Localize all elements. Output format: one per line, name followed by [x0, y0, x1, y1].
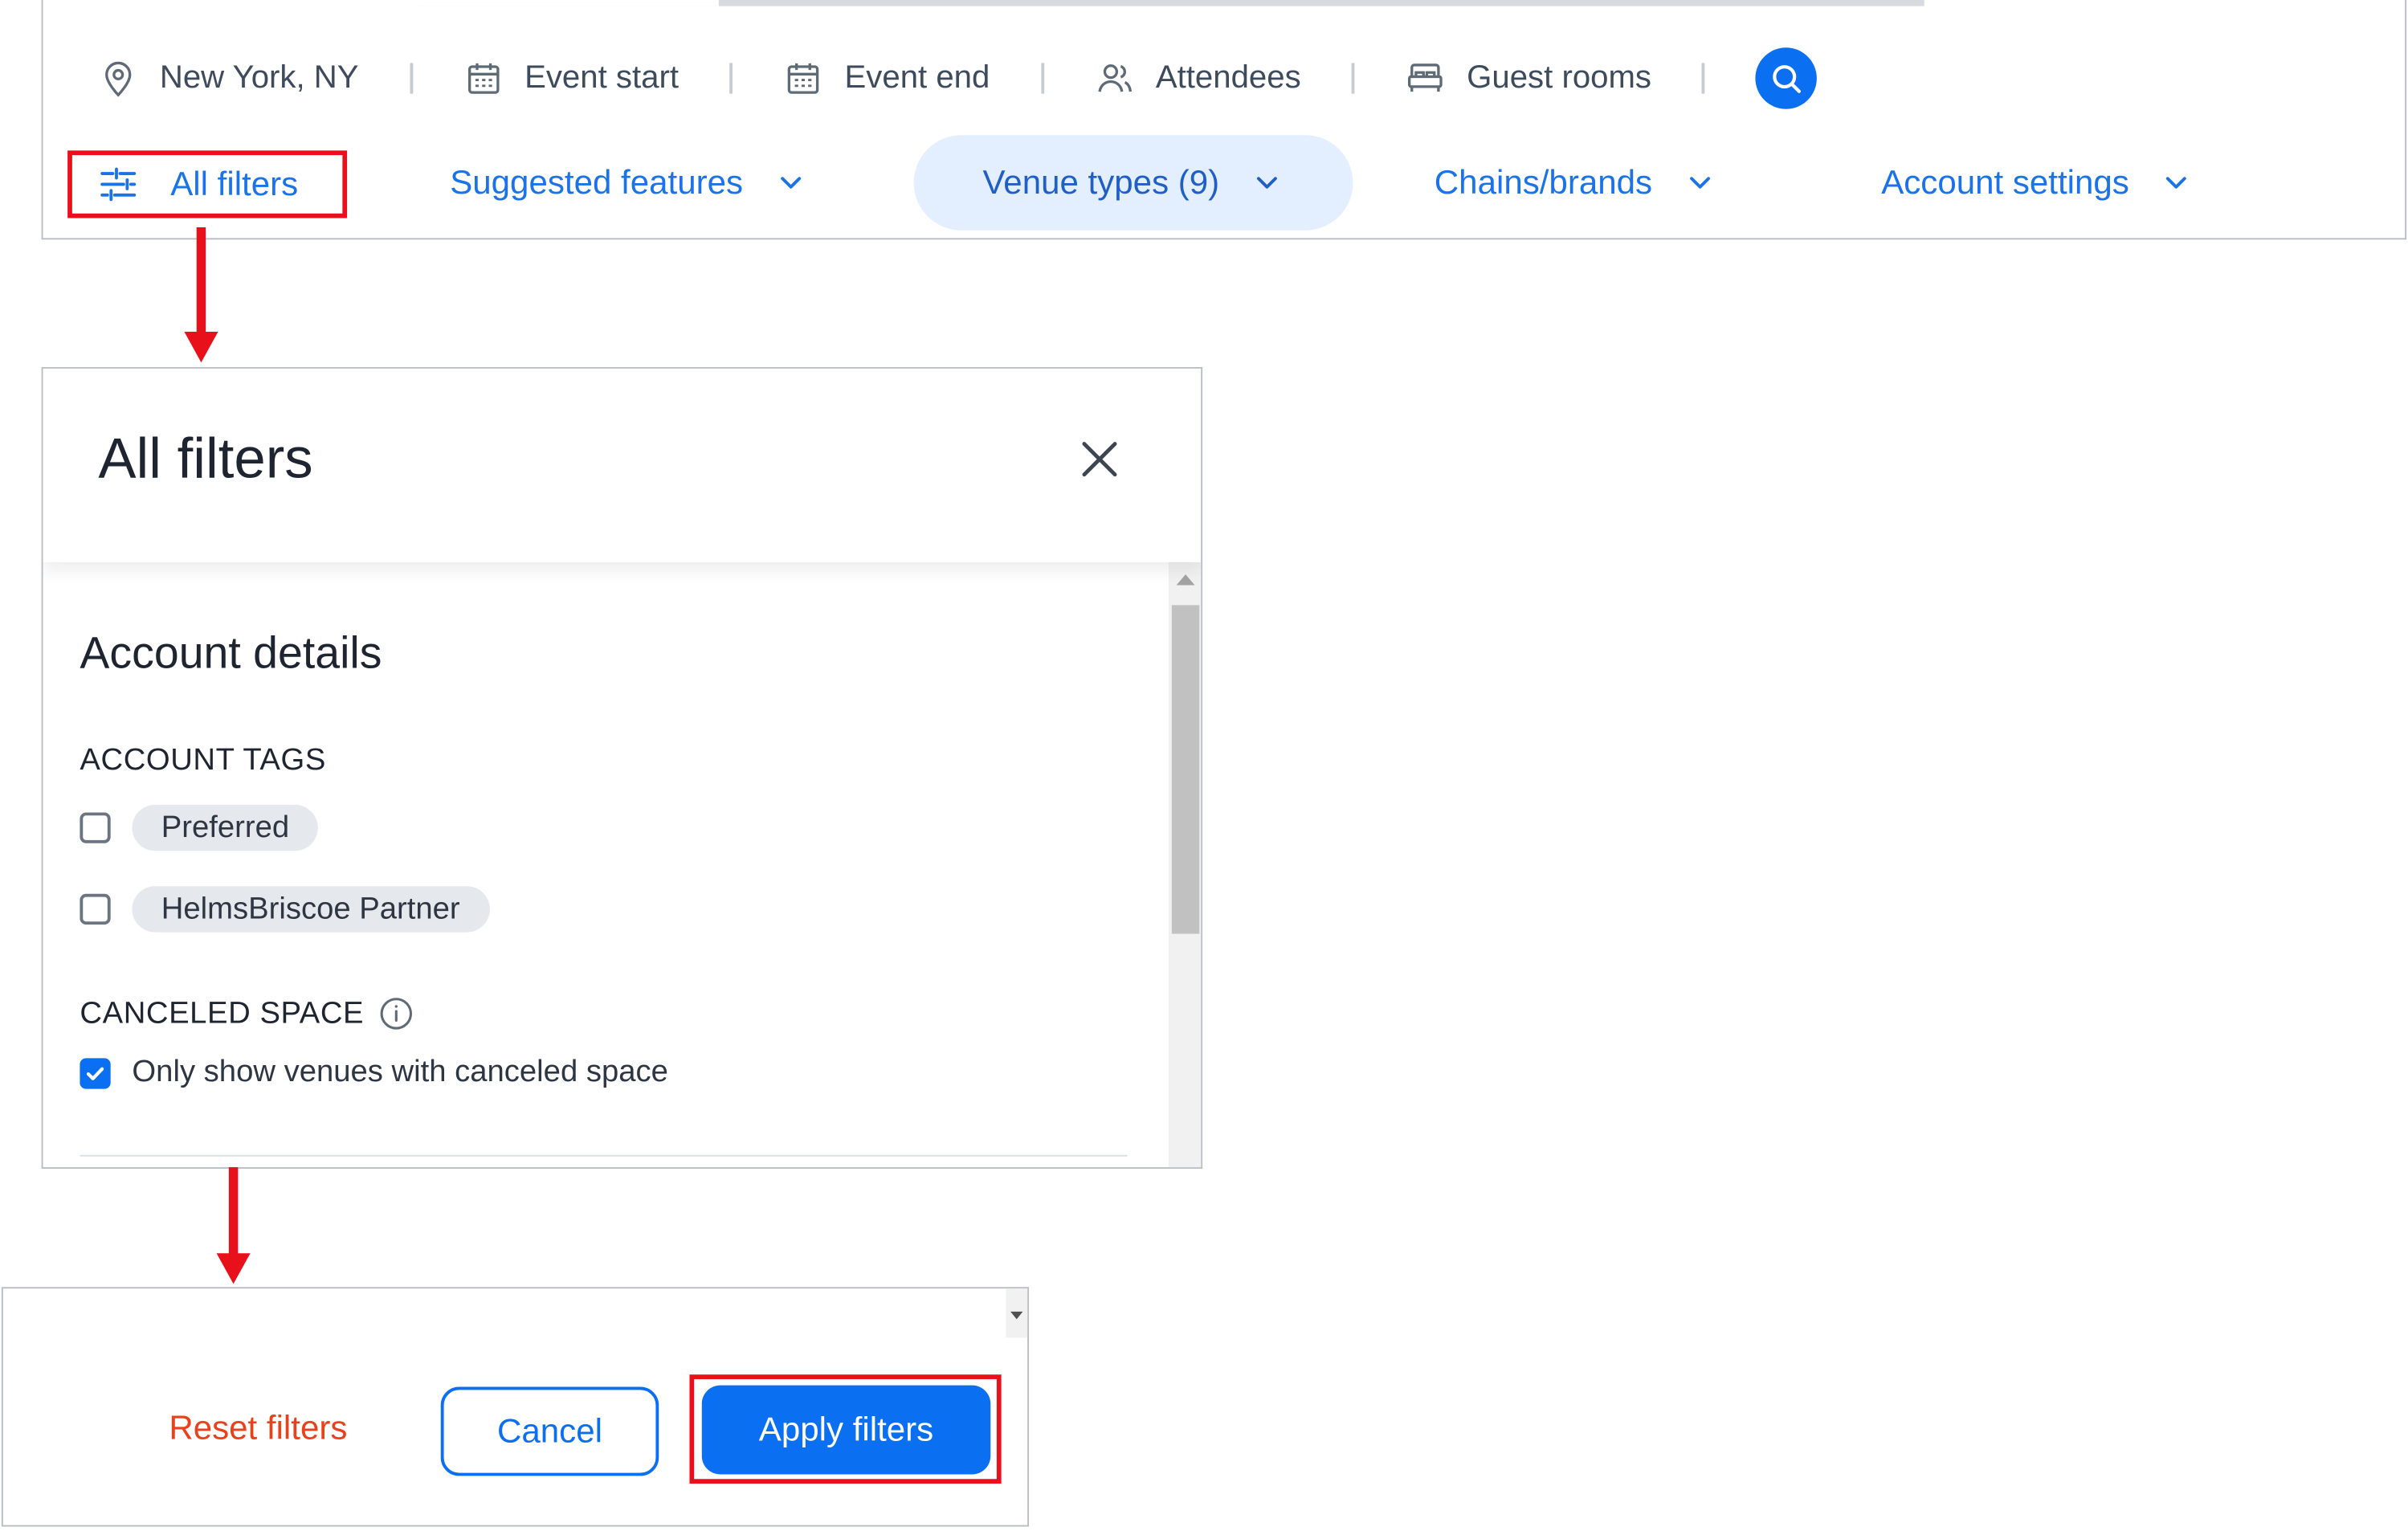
modal-scrollbar[interactable] — [1169, 561, 1202, 1168]
tag-preferred: Preferred — [132, 804, 319, 851]
event-start-field[interactable]: Event start — [463, 59, 679, 99]
account-tags-label: ACCOUNT TAGS — [80, 743, 326, 778]
separator — [729, 63, 733, 94]
scroll-down-arrow-icon[interactable] — [1010, 1311, 1023, 1320]
event-end-field[interactable]: Event end — [783, 59, 990, 99]
chevron-down-icon — [2166, 177, 2187, 189]
search-button[interactable] — [1756, 47, 1818, 109]
suggested-features-label: Suggested features — [450, 162, 744, 202]
chevron-down-icon — [1689, 177, 1710, 189]
attendees-placeholder: Attendees — [1155, 59, 1301, 96]
location-value: New York, NY — [159, 59, 359, 96]
tab-active-segment — [418, 0, 719, 6]
divider — [80, 1154, 1128, 1157]
venue-types-dropdown[interactable]: Venue types (9) — [913, 135, 1353, 231]
location-field[interactable]: New York, NY — [98, 59, 359, 99]
separator — [1351, 63, 1355, 94]
event-start-placeholder: Event start — [524, 59, 680, 96]
location-pin-icon — [105, 61, 132, 97]
account-settings-dropdown[interactable]: Account settings — [1881, 135, 2194, 231]
all-filters-modal: All filters Account details ACCOUNT TAGS… — [41, 366, 1203, 1170]
calendar-icon — [787, 63, 819, 94]
modal-footer: Reset filters Cancel Apply filters — [1, 1287, 1030, 1527]
screenshot-root: New York, NY Event start Event end Atten… — [0, 0, 2408, 1531]
reset-filters-link[interactable]: Reset filters — [169, 1408, 347, 1448]
filter-row: All filters Suggested features Venue typ… — [43, 135, 2408, 231]
search-row: New York, NY Event start Event end Atten… — [98, 46, 1818, 110]
event-end-placeholder: Event end — [844, 59, 990, 96]
close-icon[interactable] — [1076, 436, 1122, 482]
venue-types-label: Venue types (9) — [982, 162, 1220, 202]
helmsbriscoe-checkbox[interactable] — [80, 893, 111, 925]
callout-arrow — [184, 227, 218, 363]
canceled-space-label: CANCELED SPACE — [80, 996, 365, 1031]
all-filters-label: All filters — [170, 164, 299, 203]
people-icon — [1097, 64, 1132, 92]
separator — [1702, 63, 1705, 94]
cancel-button[interactable]: Cancel — [440, 1386, 659, 1476]
scrollbar-thumb[interactable] — [1171, 605, 1200, 934]
attendees-field[interactable]: Attendees — [1094, 59, 1301, 99]
search-icon — [1773, 65, 1802, 93]
modal-title: All filters — [98, 427, 313, 490]
scroll-up-arrow-icon[interactable] — [1176, 574, 1195, 586]
chevron-down-icon — [780, 177, 801, 189]
modal-header: All filters — [43, 368, 1202, 562]
canceled-space-checkbox[interactable] — [80, 1058, 111, 1089]
checkmark-icon — [86, 1067, 104, 1080]
tag-helmsbriscoe-partner: HelmsBriscoe Partner — [132, 886, 490, 933]
tab-strip — [418, 0, 1924, 6]
modal-body: Account details ACCOUNT TAGS Preferred H… — [43, 562, 1170, 1167]
separator — [1040, 63, 1044, 94]
calendar-icon — [467, 63, 499, 94]
apply-filters-button[interactable]: Apply filters — [701, 1385, 991, 1475]
canceled-space-option: Only show venues with canceled space — [132, 1055, 668, 1089]
guest-rooms-field[interactable]: Guest rooms — [1406, 59, 1651, 99]
sliders-icon — [100, 167, 137, 202]
footer-scrollbar[interactable] — [1006, 1288, 1028, 1338]
section-title: Account details — [80, 629, 382, 680]
bed-icon — [1408, 63, 1443, 92]
info-icon[interactable] — [378, 995, 414, 1032]
guest-rooms-placeholder: Guest rooms — [1467, 59, 1652, 96]
account-settings-label: Account settings — [1881, 162, 2129, 202]
search-panel: New York, NY Event start Event end Atten… — [41, 0, 2408, 240]
chains-brands-dropdown[interactable]: Chains/brands — [1435, 135, 1717, 231]
suggested-features-dropdown[interactable]: Suggested features — [450, 135, 807, 231]
apply-highlight-box: Apply filters — [689, 1374, 1002, 1484]
preferred-checkbox[interactable] — [80, 812, 111, 843]
separator — [409, 63, 413, 94]
all-filters-button[interactable]: All filters — [67, 150, 348, 218]
chevron-down-icon — [1257, 177, 1277, 189]
chains-brands-label: Chains/brands — [1434, 162, 1653, 202]
callout-arrow — [216, 1167, 251, 1284]
